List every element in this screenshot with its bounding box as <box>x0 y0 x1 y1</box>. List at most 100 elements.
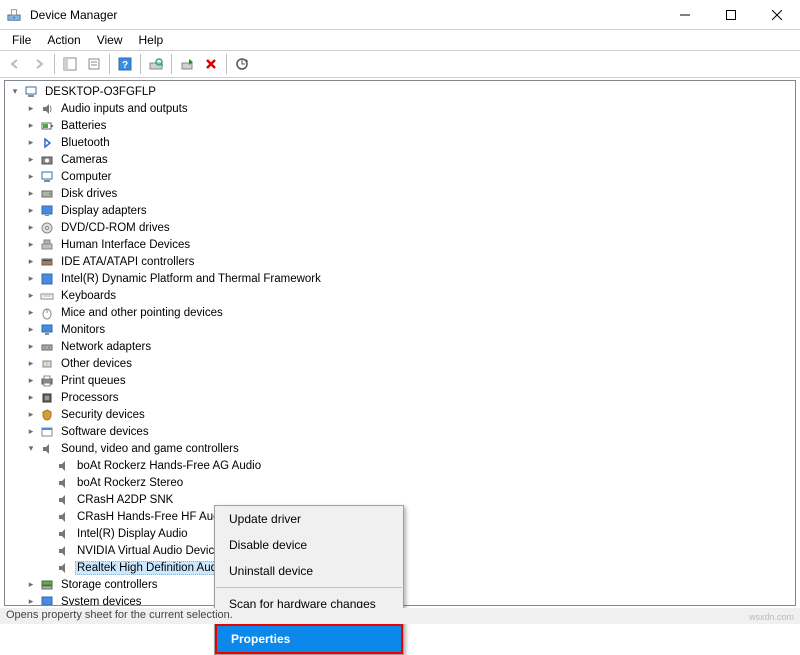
menu-file[interactable]: File <box>4 31 39 49</box>
category-label: Security devices <box>59 409 147 421</box>
minimize-button[interactable] <box>662 0 708 30</box>
expander-icon[interactable]: ▸ <box>25 239 37 251</box>
category-icon <box>39 322 55 338</box>
menu-bar: File Action View Help <box>0 30 800 50</box>
menu-action[interactable]: Action <box>39 31 88 49</box>
help-button[interactable]: ? <box>114 53 136 75</box>
back-button[interactable] <box>4 53 26 75</box>
tree-category[interactable]: ▸!Other devices <box>5 355 795 372</box>
window-controls <box>662 0 800 30</box>
context-properties[interactable]: Properties <box>217 626 401 652</box>
category-label: Processors <box>59 392 121 404</box>
sound-device-icon <box>55 458 71 474</box>
category-icon <box>39 305 55 321</box>
expander-icon[interactable]: ▸ <box>25 426 37 438</box>
expander-icon[interactable]: ▸ <box>25 409 37 421</box>
category-icon <box>39 101 55 117</box>
expander-icon[interactable]: ▸ <box>25 290 37 302</box>
forward-button[interactable] <box>28 53 50 75</box>
expander-icon[interactable]: ▸ <box>25 392 37 404</box>
tree-category[interactable]: ▸Bluetooth <box>5 134 795 151</box>
properties-toolbar-button[interactable] <box>83 53 105 75</box>
expander-icon[interactable]: ▸ <box>25 596 37 607</box>
expander-icon[interactable]: ▸ <box>25 341 37 353</box>
maximize-button[interactable] <box>708 0 754 30</box>
tree-device[interactable]: boAt Rockerz Stereo <box>5 474 795 491</box>
context-uninstall-device[interactable]: Uninstall device <box>215 558 403 584</box>
uninstall-device-button[interactable] <box>200 53 222 75</box>
expander-icon[interactable]: ▸ <box>25 137 37 149</box>
expander-icon[interactable]: ▸ <box>25 375 37 387</box>
category-icon <box>39 152 55 168</box>
status-bar: Opens property sheet for the current sel… <box>0 608 800 624</box>
context-update-driver[interactable]: Update driver <box>215 506 403 532</box>
menu-help[interactable]: Help <box>131 31 172 49</box>
category-label: Mice and other pointing devices <box>59 307 225 319</box>
sound-device-icon <box>55 526 71 542</box>
expander-icon[interactable]: ▸ <box>25 222 37 234</box>
tree-root[interactable]: ▾ DESKTOP-O3FGFLP <box>5 83 795 100</box>
expander-icon[interactable]: ▸ <box>25 205 37 217</box>
tree-category[interactable]: ▸Monitors <box>5 321 795 338</box>
show-hide-console-button[interactable] <box>59 53 81 75</box>
expander-icon[interactable]: ▸ <box>25 358 37 370</box>
tree-category[interactable]: ▸ DVD/CD-ROM drives <box>5 219 795 236</box>
expander-icon[interactable]: ▸ <box>25 171 37 183</box>
tree-category[interactable]: ▾Sound, video and game controllers <box>5 440 795 457</box>
tree-category[interactable]: ▸Audio inputs and outputs <box>5 100 795 117</box>
menu-view[interactable]: View <box>89 31 131 49</box>
sound-device-icon <box>55 475 71 491</box>
expander-icon[interactable]: ▾ <box>25 443 37 455</box>
category-label: DVD/CD-ROM drives <box>59 222 172 234</box>
tree-category[interactable]: ▸Cameras <box>5 151 795 168</box>
category-icon: ! <box>39 356 55 372</box>
category-label: Keyboards <box>59 290 118 302</box>
expander-icon[interactable]: ▸ <box>25 188 37 200</box>
expander-icon[interactable]: ▸ <box>25 120 37 132</box>
category-label: Storage controllers <box>59 579 160 591</box>
context-disable-device[interactable]: Disable device <box>215 532 403 558</box>
tree-device[interactable]: boAt Rockerz Hands-Free AG Audio <box>5 457 795 474</box>
tree-category[interactable]: ▸ Keyboards <box>5 287 795 304</box>
expander-icon[interactable]: ▸ <box>25 103 37 115</box>
category-label: System devices <box>59 596 144 607</box>
category-icon <box>39 118 55 134</box>
tree-category[interactable]: ▸ Human Interface Devices <box>5 236 795 253</box>
watermark: wsxdn.com <box>749 612 794 622</box>
close-button[interactable] <box>754 0 800 30</box>
tree-category[interactable]: ▸ Processors <box>5 389 795 406</box>
menu-separator <box>216 587 402 588</box>
tree-category[interactable]: ▸Batteries <box>5 117 795 134</box>
tree-category[interactable]: ▸ Security devices <box>5 406 795 423</box>
expander-icon[interactable]: ▸ <box>25 324 37 336</box>
sound-device-icon <box>55 509 71 525</box>
category-label: Display adapters <box>59 205 149 217</box>
tree-category[interactable]: ▸Computer <box>5 168 795 185</box>
update-driver-button[interactable] <box>231 53 253 75</box>
expander-icon[interactable]: ▾ <box>9 86 21 98</box>
tree-category[interactable]: ▸ Mice and other pointing devices <box>5 304 795 321</box>
computer-icon <box>23 84 39 100</box>
expander-icon[interactable]: ▸ <box>25 579 37 591</box>
tree-category[interactable]: ▸Disk drives <box>5 185 795 202</box>
device-label: boAt Rockerz Stereo <box>75 477 185 489</box>
category-icon <box>39 220 55 236</box>
category-icon <box>39 186 55 202</box>
sound-device-icon <box>55 543 71 559</box>
scan-hardware-button[interactable] <box>145 53 167 75</box>
category-icon <box>39 339 55 355</box>
category-label: Human Interface Devices <box>59 239 192 251</box>
expander-icon[interactable]: ▸ <box>25 256 37 268</box>
tree-category[interactable]: ▸Software devices <box>5 423 795 440</box>
tree-category[interactable]: ▸Network adapters <box>5 338 795 355</box>
tree-category[interactable]: ▸Print queues <box>5 372 795 389</box>
tree-category[interactable]: ▸IDE ATA/ATAPI controllers <box>5 253 795 270</box>
expander-icon[interactable]: ▸ <box>25 154 37 166</box>
enable-device-button[interactable] <box>176 53 198 75</box>
app-icon <box>6 7 22 23</box>
expander-icon[interactable]: ▸ <box>25 307 37 319</box>
tree-category[interactable]: ▸ Display adapters <box>5 202 795 219</box>
tree-category[interactable]: ▸Intel(R) Dynamic Platform and Thermal F… <box>5 270 795 287</box>
svg-text:?: ? <box>122 60 128 71</box>
expander-icon[interactable]: ▸ <box>25 273 37 285</box>
